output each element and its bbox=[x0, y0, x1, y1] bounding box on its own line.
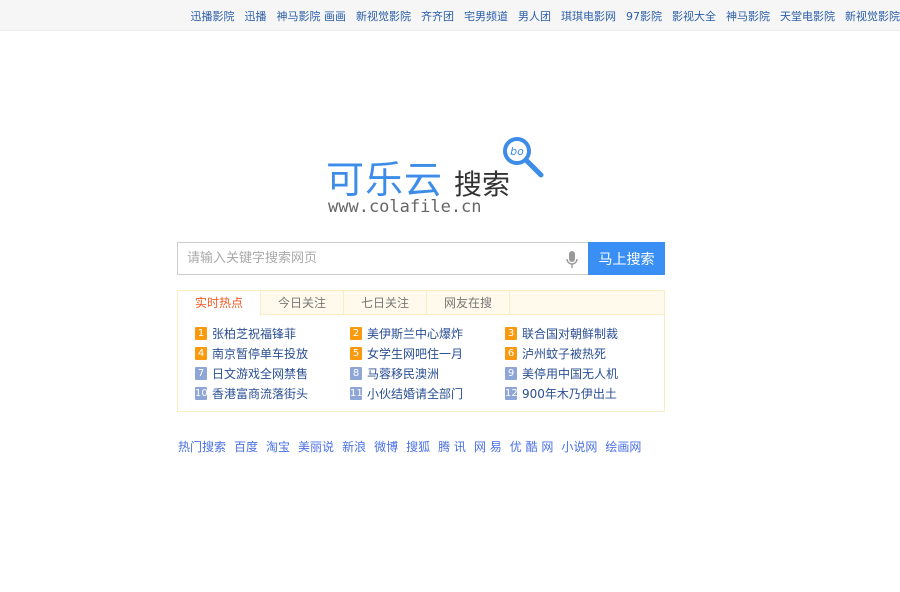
footer-link[interactable]: 微博 bbox=[374, 438, 398, 455]
top-link[interactable]: 神马影院 bbox=[726, 8, 770, 24]
hot-item-title: 美停用中国无人机 bbox=[522, 367, 619, 381]
hot-item[interactable]: 11 小伙结婚请全部门 bbox=[350, 386, 505, 401]
microphone-icon[interactable] bbox=[566, 251, 578, 268]
rank-badge: 5 bbox=[350, 347, 362, 360]
logo[interactable]: 可乐云 搜索 www.colafile.cn bo bbox=[326, 135, 546, 220]
hot-topics-panel: 实时热点 今日关注 七日关注 网友在搜 1 张柏芝祝福锋菲 2 美伊斯兰中心爆炸 3 联合国对朝… bbox=[177, 290, 665, 412]
footer-link[interactable]: 美丽说 bbox=[298, 438, 334, 455]
rank-badge: 2 bbox=[350, 327, 362, 340]
top-link[interactable]: 宅男频道 bbox=[464, 8, 508, 24]
hot-item-title: 900年木乃伊出土 bbox=[522, 387, 617, 401]
footer-link[interactable]: 百度 bbox=[234, 438, 258, 455]
rank-badge: 11 bbox=[350, 387, 363, 400]
top-link[interactable]: 迅播 bbox=[245, 8, 267, 24]
top-link[interactable]: 新视觉影院 bbox=[845, 8, 900, 24]
hot-item[interactable]: 12 900年木乃伊出土 bbox=[505, 386, 660, 401]
footer-link[interactable]: 淘宝 bbox=[266, 438, 290, 455]
hot-item-title: 马蓉移民澳洲 bbox=[367, 367, 440, 381]
footer-link[interactable]: 绘画网 bbox=[605, 438, 641, 455]
hot-search-links: 热门搜索 百度 淘宝 美丽说 新浪 微博 搜狐腾 讯网 易优 酷 网小说网 绘画网 bbox=[178, 438, 649, 455]
hot-item-title: 小伙结婚请全部门 bbox=[367, 387, 464, 401]
hot-item[interactable]: 4 南京暂停单车投放 bbox=[195, 346, 350, 361]
rank-badge: 4 bbox=[195, 347, 207, 360]
footer-link[interactable]: 小说网 bbox=[561, 438, 597, 455]
hot-item[interactable]: 6 泸州蚊子被热死 bbox=[505, 346, 660, 361]
top-link[interactable]: 97影院 bbox=[626, 8, 662, 24]
top-link[interactable]: 影视大全 bbox=[672, 8, 716, 24]
hot-item-title: 日文游戏全网禁售 bbox=[212, 367, 309, 381]
top-link[interactable]: 迅播影院 bbox=[191, 8, 235, 24]
hot-item[interactable]: 8 马蓉移民澳洲 bbox=[350, 366, 505, 381]
top-link[interactable]: 琪琪电影网 bbox=[561, 8, 616, 24]
rank-badge: 7 bbox=[195, 367, 207, 380]
hot-item-title: 南京暂停单车投放 bbox=[212, 347, 309, 361]
footer-link[interactable]: 腾 讯 bbox=[438, 438, 466, 455]
rank-badge: 6 bbox=[505, 347, 517, 360]
top-link[interactable]: 新视觉影院 bbox=[356, 8, 411, 24]
tab-2[interactable]: 七日关注 bbox=[344, 291, 427, 314]
footer-link[interactable]: 网 易 bbox=[474, 438, 502, 455]
top-links: 迅播影院 迅播 神马影院 画画 新视觉影院 齐齐团 宅男频道 男人团 琪琪电影网 97影院 影视大… bbox=[181, 8, 900, 24]
logo-main-text: 可乐云 bbox=[326, 158, 444, 202]
magnifier-logo-icon: bo bbox=[503, 137, 544, 178]
hot-item[interactable]: 3 联合国对朝鲜制裁 bbox=[505, 326, 660, 341]
hot-search-label: 热门搜索 bbox=[178, 440, 227, 454]
search-button[interactable]: 马上搜索 bbox=[588, 242, 665, 275]
hot-item[interactable]: 2 美伊斯兰中心爆炸 bbox=[350, 326, 505, 341]
tab-0[interactable]: 实时热点 bbox=[178, 291, 261, 316]
rank-badge: 1 bbox=[195, 327, 207, 340]
search-input[interactable] bbox=[178, 243, 588, 274]
hot-item[interactable]: 5 女学生网吧住一月 bbox=[350, 346, 505, 361]
rank-badge: 10 bbox=[195, 387, 208, 400]
rank-badge: 8 bbox=[350, 367, 362, 380]
tab-3[interactable]: 网友在搜 bbox=[427, 291, 510, 314]
hot-item-title: 女学生网吧住一月 bbox=[367, 347, 464, 361]
top-link[interactable]: 天堂电影院 bbox=[780, 8, 835, 24]
hot-item-title: 泸州蚊子被热死 bbox=[522, 347, 607, 361]
top-link[interactable]: 齐齐团 bbox=[421, 8, 454, 24]
top-bar: 迅播影院 迅播 神马影院 画画 新视觉影院 齐齐团 宅男频道 男人团 琪琪电影网 97影院 影视大… bbox=[0, 0, 900, 31]
top-link[interactable]: 神马影院 画画 bbox=[277, 8, 347, 24]
hot-item[interactable]: 7 日文游戏全网禁售 bbox=[195, 366, 350, 381]
hot-item-title: 张柏芝祝福锋菲 bbox=[212, 327, 297, 341]
footer-link[interactable]: 搜狐 bbox=[406, 438, 430, 455]
rank-badge: 12 bbox=[505, 387, 518, 400]
footer-link[interactable]: 新浪 bbox=[342, 438, 366, 455]
logo-url: www.colafile.cn bbox=[328, 197, 482, 217]
tab-1[interactable]: 今日关注 bbox=[261, 291, 344, 314]
rank-badge: 3 bbox=[505, 327, 517, 340]
rank-badge: 9 bbox=[505, 367, 517, 380]
hot-item[interactable]: 1 张柏芝祝福锋菲 bbox=[195, 326, 350, 341]
hot-item-title: 香港富商流落街头 bbox=[212, 387, 309, 401]
search-bar: 马上搜索 bbox=[177, 242, 665, 275]
hot-item-title: 美伊斯兰中心爆炸 bbox=[367, 327, 464, 341]
logo-badge: bo bbox=[510, 145, 524, 158]
top-link[interactable]: 男人团 bbox=[518, 8, 551, 24]
hot-item-title: 联合国对朝鲜制裁 bbox=[522, 327, 619, 341]
hot-item[interactable]: 9 美停用中国无人机 bbox=[505, 366, 660, 381]
hot-item[interactable]: 10 香港富商流落街头 bbox=[195, 386, 350, 401]
footer-link[interactable]: 优 酷 网 bbox=[510, 438, 554, 455]
